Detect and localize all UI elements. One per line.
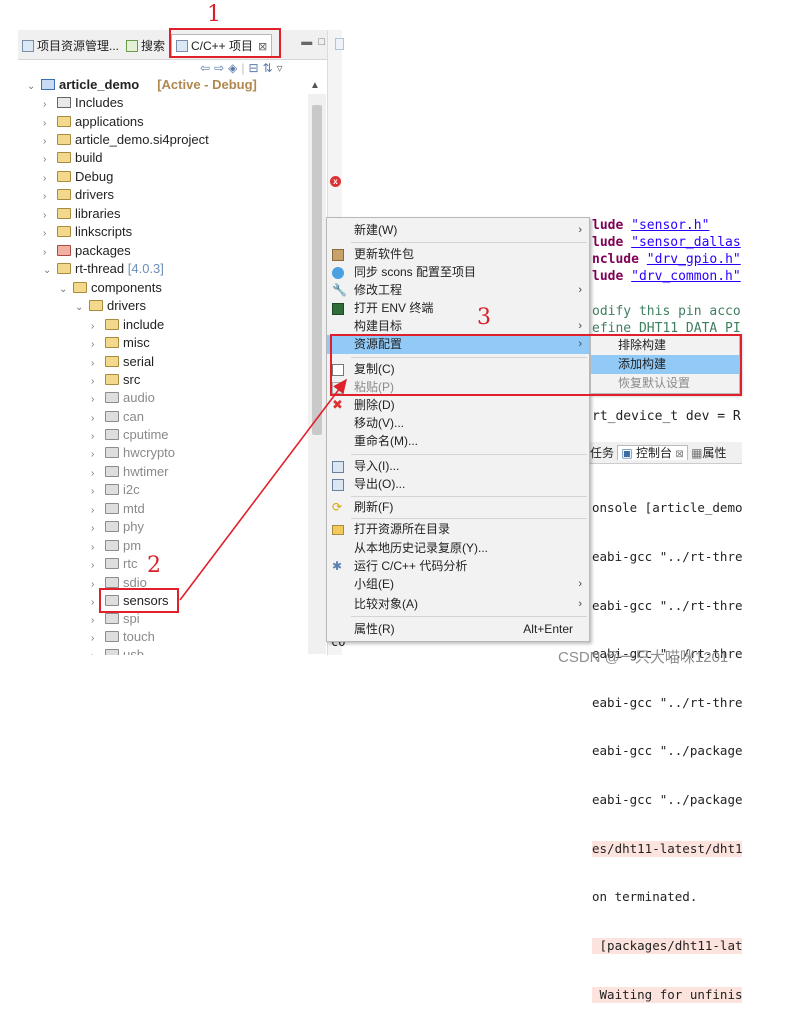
console-line: eabi-gcc "../packages (592, 792, 742, 808)
console-error-line: Waiting for unfinish (592, 986, 742, 1003)
console-line: eabi-gcc "../rt-threa (592, 694, 742, 710)
console-error-line: [packages/dht11-late (592, 937, 742, 955)
console-error-line: es/dht11-latest/dht11 (592, 840, 742, 857)
annotation-arrow (179, 378, 347, 601)
watermark: CSDN @一只大喵咪1201 (558, 649, 729, 666)
annotation-arrow-line (179, 378, 347, 601)
console-line: eabi-gcc "../packages (592, 743, 742, 759)
console-line: on terminated. (592, 889, 698, 905)
